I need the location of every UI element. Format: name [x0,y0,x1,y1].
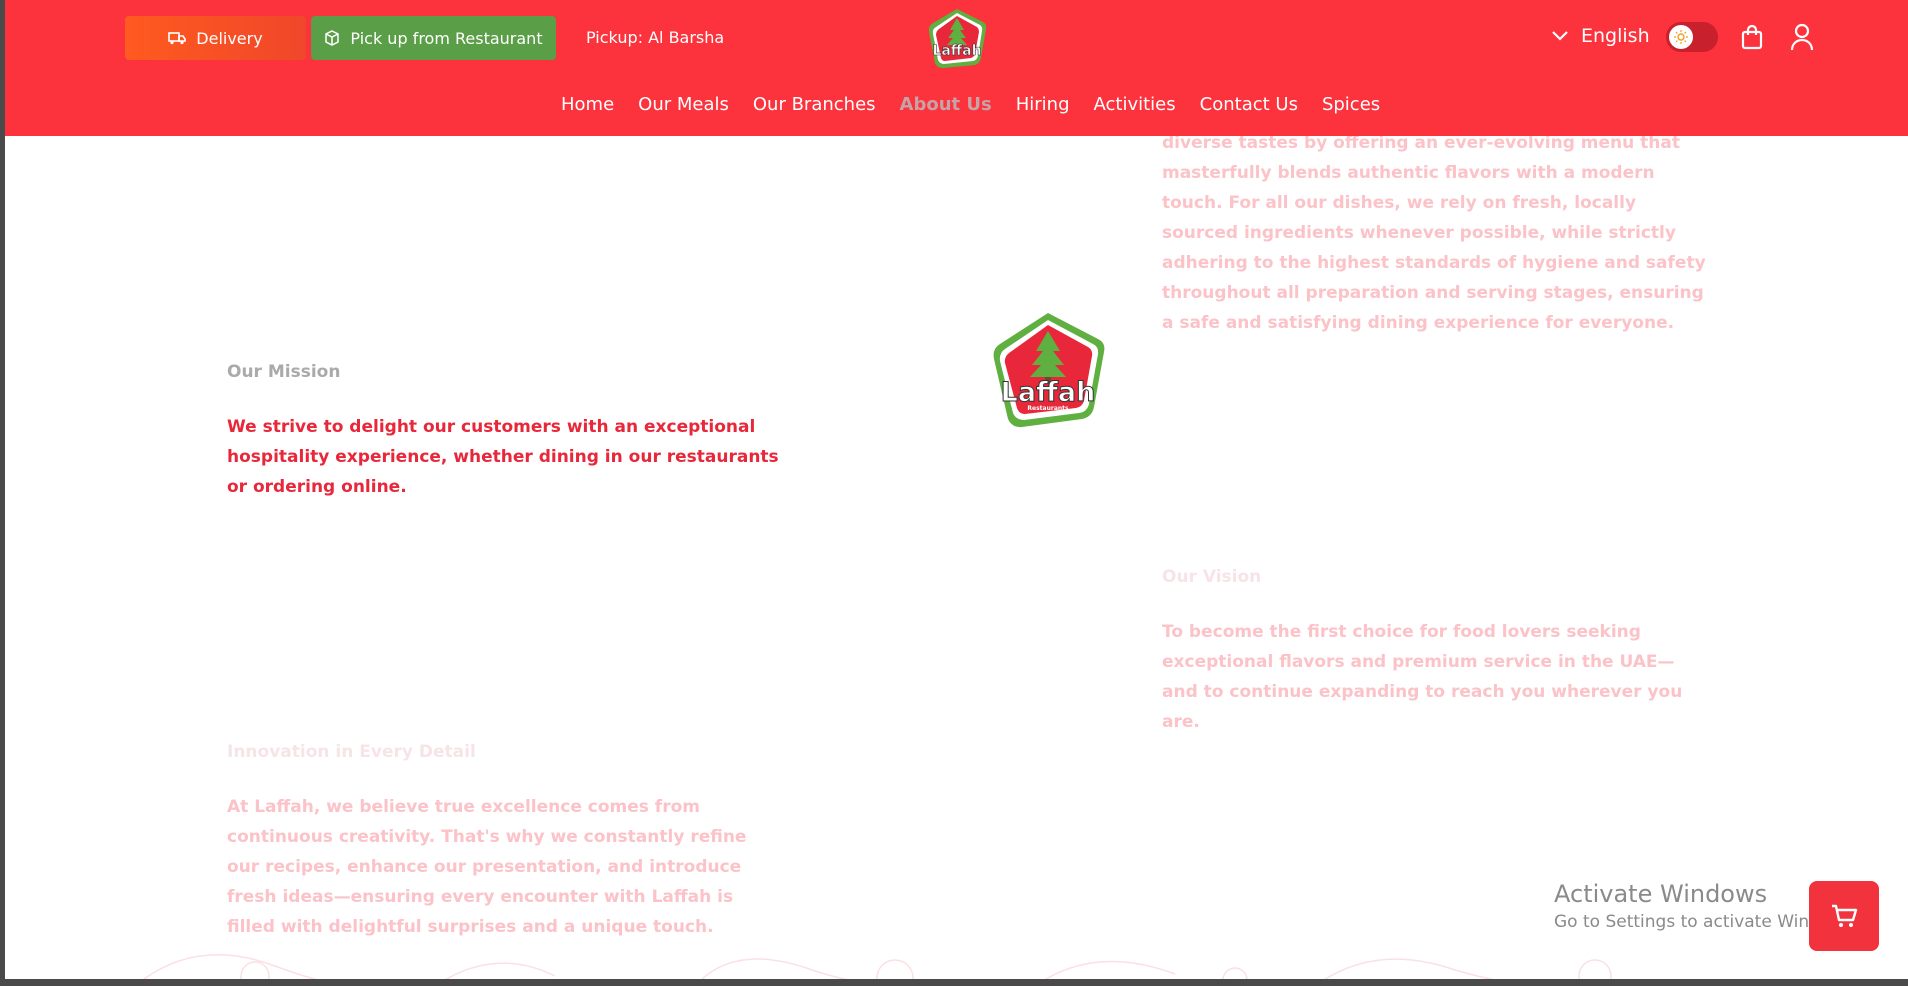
vision-title: Our Vision [1162,567,1262,587]
chevron-down-icon [1552,31,1568,41]
cart-icon [1832,904,1858,927]
food-pattern-decoration [142,954,1612,979]
innovation-text: At Laffah, we believe true excellence co… [227,797,747,937]
laffah-logo[interactable]: Laffah [923,6,991,72]
theme-toggle[interactable] [1666,22,1718,52]
logo-wordmark: Laffah [932,43,981,59]
mission-text: We strive to delight our customers with … [227,417,779,497]
pickup-button[interactable]: Pick up from Restaurant [311,16,556,60]
language-label: English [1581,25,1650,47]
logo-large-subtext: Restaurants [1027,405,1069,412]
sun-icon [1674,30,1688,44]
mission-title: Our Mission [227,362,341,382]
delivery-label: Delivery [196,28,263,48]
nav-spices[interactable]: Spices [1322,94,1380,115]
truck-icon [168,32,187,45]
nav-home[interactable]: Home [561,94,614,115]
innovation-title: Innovation in Every Detail [227,742,476,762]
user-icon[interactable] [1790,23,1814,51]
cart-button[interactable] [1809,881,1879,951]
laffah-logo-large: Laffah Restaurants [993,313,1105,428]
top-bar: Delivery Pick up from Restaurant Pickup:… [5,0,1908,75]
pickup-location[interactable]: Pickup: Al Barsha [586,28,724,47]
nav-contact-us[interactable]: Contact Us [1200,94,1298,115]
box-icon [325,30,340,46]
theme-knob [1669,25,1693,49]
window-frame-left [0,0,5,986]
nav-our-branches[interactable]: Our Branches [753,94,876,115]
main-nav: Home Our Meals Our Branches About Us Hir… [561,94,1380,115]
nav-hiring[interactable]: Hiring [1016,94,1070,115]
nav-our-meals[interactable]: Our Meals [638,94,729,115]
intro-paragraph: diverse tastes by offering an ever-evolv… [1162,136,1706,333]
delivery-button[interactable]: Delivery [125,16,306,60]
pickup-label: Pick up from Restaurant [350,28,543,48]
shopping-bag-icon[interactable] [1741,24,1763,50]
nav-about-us[interactable]: About Us [900,94,992,115]
window-frame-bottom [0,979,1908,986]
nav-activities[interactable]: Activities [1094,94,1176,115]
about-content: diverse tastes by offering an ever-evolv… [5,136,1908,979]
language-selector[interactable]: English [1551,25,1650,47]
vision-text: To become the first choice for food love… [1162,622,1683,732]
site-header: Delivery Pick up from Restaurant Pickup:… [5,0,1908,136]
logo-large-wordmark: Laffah [1001,377,1096,408]
